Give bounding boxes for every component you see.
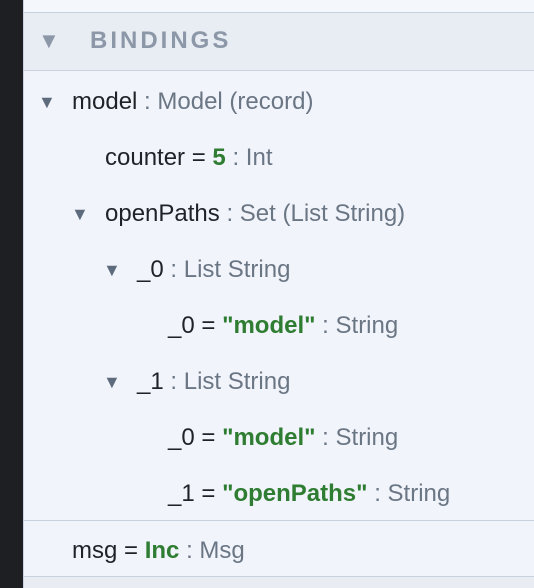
equals-operator: = (124, 537, 139, 564)
binding-name: _0 (137, 256, 164, 283)
binding-row-counter[interactable]: counter = 5 : Int (105, 142, 272, 174)
binding-value: Inc (144, 537, 180, 564)
type-separator: : (186, 537, 193, 564)
binding-row-openpaths-0-0[interactable]: _0 = "model" : String (168, 310, 398, 342)
equals-operator: = (191, 144, 206, 171)
left-gutter (0, 0, 23, 588)
binding-row-model[interactable]: ▼ model : Model (record) (38, 86, 313, 118)
expand-caret-icon[interactable]: ▼ (103, 366, 129, 398)
type-separator: : (144, 88, 151, 115)
type-separator: : (374, 480, 381, 507)
binding-value: "openPaths" (222, 480, 368, 507)
type-separator: : (170, 368, 178, 395)
binding-value: "model" (222, 424, 316, 451)
binding-value: 5 (212, 144, 226, 171)
expand-caret-icon[interactable]: ▼ (71, 198, 97, 230)
section-title: BINDINGS (90, 27, 232, 54)
binding-type: Msg (199, 537, 245, 564)
binding-type: List String (183, 256, 291, 283)
bottom-strip (24, 576, 534, 588)
type-separator: : (232, 144, 240, 171)
expand-caret-icon[interactable]: ▼ (38, 86, 64, 118)
equals-operator: = (201, 424, 216, 451)
binding-row-openpaths[interactable]: ▼ openPaths : Set (List String) (71, 198, 405, 230)
binding-row-openpaths-1-1[interactable]: _1 = "openPaths" : String (168, 478, 450, 510)
binding-name: counter (105, 144, 186, 171)
type-separator: : (322, 424, 329, 451)
bindings-panel: ▼ BINDINGS ▼ model : Model (record) count… (23, 0, 534, 588)
top-strip (24, 0, 534, 13)
binding-value: "model" (222, 312, 316, 339)
binding-type: String (387, 480, 451, 507)
expand-caret-icon[interactable]: ▼ (103, 254, 129, 286)
debugger-window: ▼ BINDINGS ▼ model : Model (record) count… (0, 0, 534, 588)
type-separator: : (170, 256, 178, 283)
binding-name: _1 (137, 368, 164, 395)
equals-operator: = (201, 312, 216, 339)
binding-type: String (335, 312, 399, 339)
collapse-caret-icon[interactable]: ▼ (38, 30, 60, 52)
binding-name: msg (72, 537, 118, 564)
bindings-section-header[interactable]: ▼ BINDINGS (24, 13, 534, 71)
binding-type: String (335, 424, 399, 451)
binding-row-openpaths-0[interactable]: ▼ _0 : List String (103, 254, 290, 286)
binding-type: Model (record) (157, 88, 314, 115)
equals-operator: = (201, 480, 216, 507)
binding-row-msg[interactable]: msg = Inc : Msg (72, 535, 245, 567)
binding-type: Set (List String) (239, 200, 406, 227)
binding-name: _0 (168, 424, 195, 451)
binding-name: _0 (168, 312, 195, 339)
binding-row-openpaths-1[interactable]: ▼ _1 : List String (103, 366, 290, 398)
binding-type: Int (245, 144, 273, 171)
binding-row-openpaths-1-0[interactable]: _0 = "model" : String (168, 422, 398, 454)
binding-name: model (72, 88, 138, 115)
binding-type: List String (183, 368, 291, 395)
type-separator: : (322, 312, 329, 339)
type-separator: : (226, 200, 234, 227)
bindings-divider (24, 520, 534, 521)
binding-name: _1 (168, 480, 195, 507)
binding-name: openPaths (105, 200, 220, 227)
